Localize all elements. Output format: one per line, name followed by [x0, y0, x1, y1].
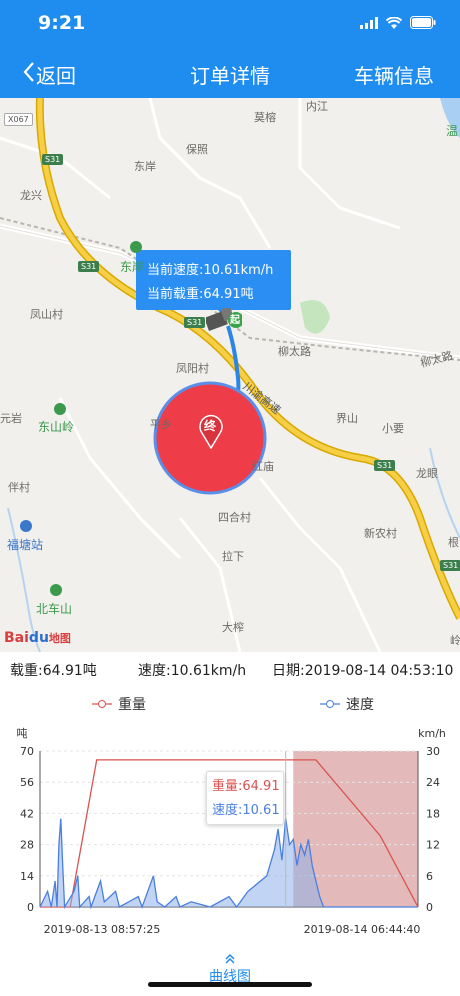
map-label: 北车山 — [36, 602, 73, 616]
map-label: 元岩 — [0, 412, 22, 425]
chevron-up-icon — [0, 952, 460, 966]
y-left-tick-label: 14 — [20, 870, 34, 883]
y-left-tick-label: 56 — [20, 776, 34, 789]
date-text: 日期:2019-08-14 04:53:10 — [272, 663, 454, 679]
back-label: 返回 — [36, 64, 76, 88]
map-info-tooltip: 当前速度:10.61km/h 当前载重:64.91吨 — [136, 250, 291, 310]
x-tick-label: 2019-08-13 08:57:25 — [44, 923, 161, 936]
map-label: 红庙 — [252, 460, 274, 473]
home-indicator — [148, 982, 312, 987]
status-time: 9:21 — [38, 12, 86, 34]
map-label: 大榨 — [222, 621, 244, 634]
road-badge: S31 — [374, 460, 396, 471]
start-marker-label: 起 — [230, 315, 240, 326]
map-label: 拉下 — [222, 550, 244, 563]
load-text: 载重:64.91吨 — [10, 663, 97, 679]
map-label: 莫榕 — [254, 111, 276, 124]
y-right-tick-label: 6 — [426, 870, 433, 883]
battery-icon — [410, 14, 436, 33]
mountain-icon — [54, 403, 66, 415]
tooltip-speed: 当前速度:10.61km/h — [147, 263, 274, 278]
signal-icon — [360, 14, 378, 33]
chart-tooltip: 重量:64.91 速度:10.61 — [206, 771, 284, 825]
map-label: 内江 — [306, 100, 328, 113]
end-marker-label: 终 — [204, 419, 217, 433]
map-label: 福塘站 — [7, 538, 44, 552]
map-label: 小要 — [382, 422, 404, 435]
y-right-axis-label: km/h — [418, 727, 446, 740]
chevron-left-icon — [22, 61, 36, 88]
end-marker[interactable]: 终 — [198, 413, 224, 449]
y-left-tick-label: 70 — [20, 745, 34, 758]
tooltip-speed-value: 速度:10.61 — [212, 803, 280, 818]
map-label: 新农村 — [364, 527, 397, 540]
bottom-bar: 曲线图 — [0, 948, 460, 996]
y-left-tick-label: 28 — [20, 839, 34, 852]
y-right-tick-label: 0 — [426, 901, 433, 914]
y-left-tick-label: 42 — [20, 807, 34, 820]
y-right-tick-label: 12 — [426, 839, 440, 852]
y-right-tick-label: 30 — [426, 745, 440, 758]
map-label: 平乡 — [150, 418, 172, 431]
map-label: 东岸 — [120, 260, 145, 274]
x-tick-label: 2019-08-14 06:44:40 — [304, 923, 421, 936]
map-label: 界山 — [336, 412, 358, 425]
map-view[interactable]: 当前速度:10.61km/h 当前载重:64.91吨 起 终 内江 莫榕 保照 … — [0, 98, 460, 652]
navigation-bar: 9:21 返回 订单详情 车辆信息 — [0, 0, 460, 98]
map-label: 凤山村 — [30, 308, 63, 321]
current-info-row: 载重:64.91吨 速度:10.61km/h 日期:2019-08-14 04:… — [0, 652, 460, 686]
mountain-icon — [130, 241, 142, 253]
baidu-map-logo: Baidu地图 — [4, 630, 71, 646]
y-right-tick-label: 24 — [426, 776, 440, 789]
map-label: 四合村 — [218, 511, 251, 524]
map-base — [0, 98, 460, 652]
status-icons — [360, 14, 436, 33]
map-label: 伴村 — [8, 481, 30, 494]
weight-speed-chart[interactable]: 重量 速度 0 0 14 6 28 12 42 18 56 24 70 30 吨 km/h 2019-08-… — [0, 686, 460, 948]
curve-toggle-button[interactable]: 曲线图 — [0, 952, 460, 986]
map-label: 凤阳村 — [176, 362, 209, 375]
map-label: 东岸 — [134, 160, 156, 173]
y-right-tick-label: 18 — [426, 807, 440, 820]
map-label: 温 — [446, 124, 459, 138]
vehicle-info-button[interactable]: 车辆信息 — [354, 60, 434, 89]
map-label: 龙兴 — [20, 189, 42, 202]
road-badge: S31 — [184, 317, 206, 328]
road-badge: X067 — [4, 113, 33, 126]
map-label: 东山岭 — [38, 420, 75, 434]
mountain-icon — [50, 584, 62, 596]
road-badge: S31 — [78, 261, 100, 272]
road-badge: S31 — [42, 154, 64, 165]
map-label: 龙眼 — [416, 467, 438, 480]
map-label: 根 — [448, 536, 459, 549]
y-left-axis-label: 吨 — [17, 727, 28, 740]
map-label: 保照 — [186, 143, 208, 156]
road-badge: S31 — [440, 560, 460, 571]
tooltip-weight: 重量:64.91 — [212, 779, 280, 794]
tooltip-load: 当前载重:64.91吨 — [147, 287, 254, 302]
map-label: 柳太路 — [278, 345, 311, 358]
back-button[interactable]: 返回 — [22, 60, 76, 89]
train-station-icon — [20, 520, 32, 532]
y-left-tick-label: 0 — [27, 901, 34, 914]
speed-text: 速度:10.61km/h — [138, 663, 247, 679]
map-label: 岭 — [450, 634, 460, 647]
wifi-icon — [385, 14, 403, 33]
